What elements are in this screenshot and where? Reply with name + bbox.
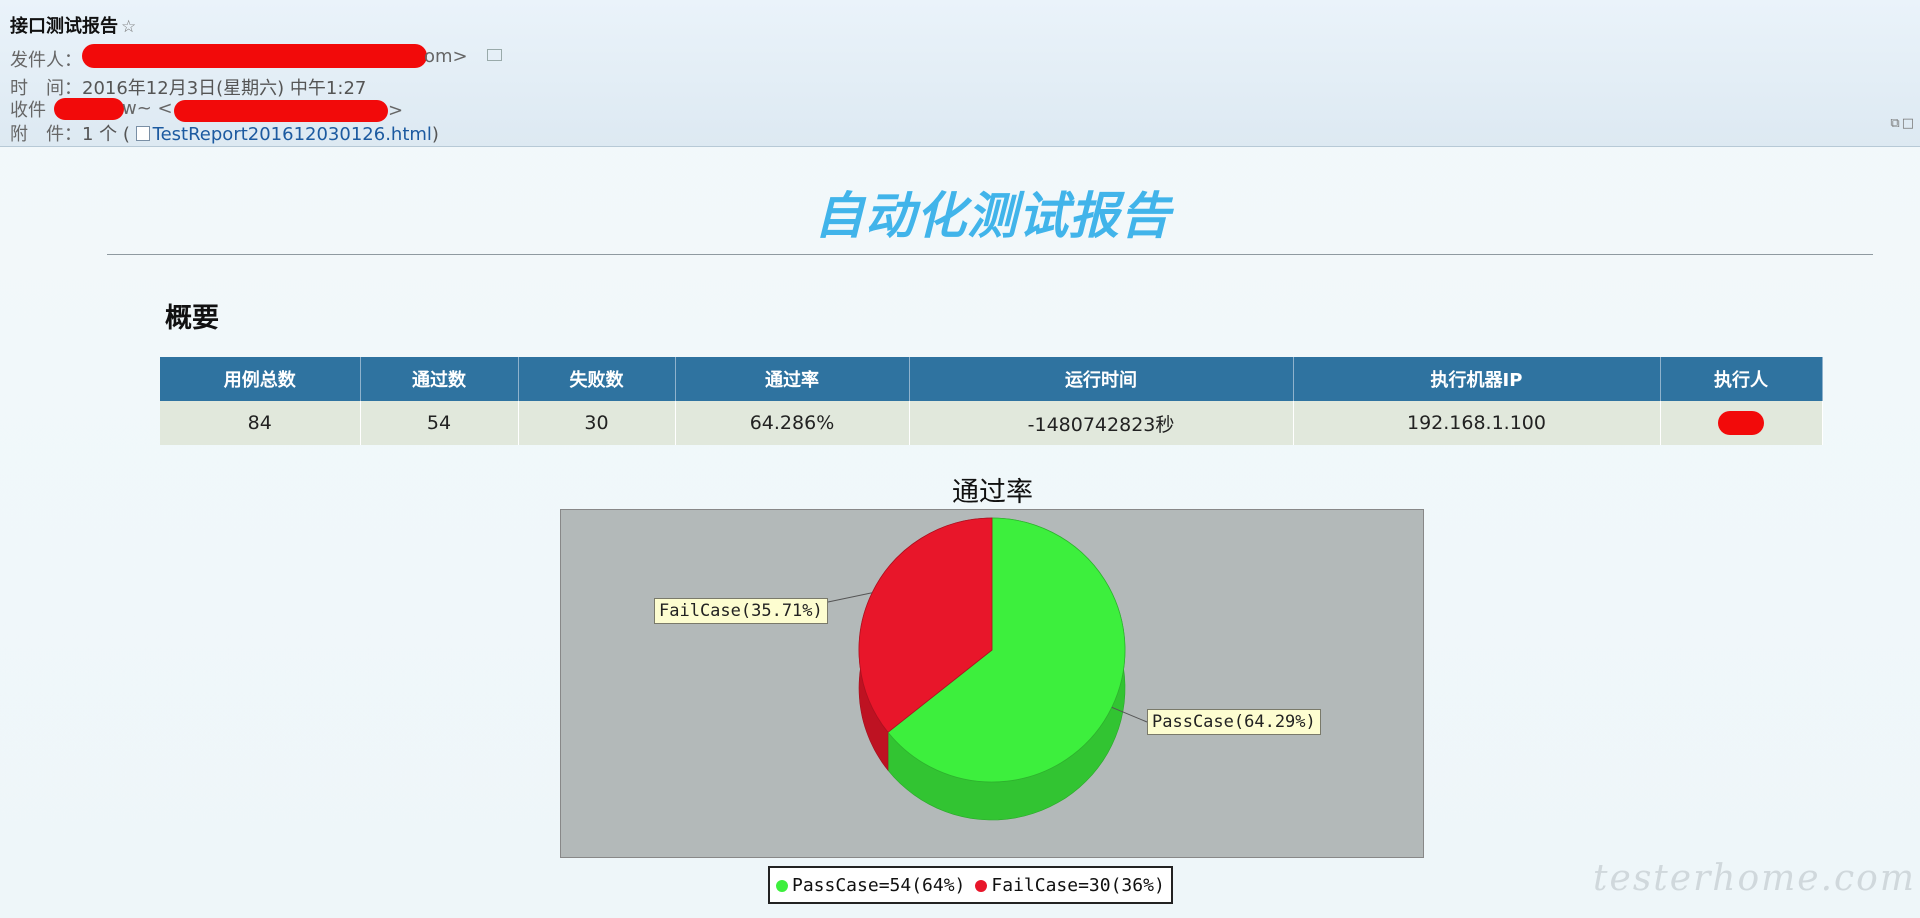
mail-subject: 接口测试报告 ☆ [10, 12, 136, 38]
window-buttons: ⧉□ [1890, 116, 1916, 131]
pass-slice-label: PassCase(64.29%) [1147, 709, 1321, 735]
cell-machine-ip: 192.168.1.100 [1293, 401, 1661, 445]
attachment-label: 附 件： [10, 124, 82, 145]
recipient-row: 收件 [10, 96, 46, 122]
chart-title: 通过率 [952, 477, 1033, 508]
time-row: 时 间：2016年12月3日(星期六) 中午1:27 [10, 74, 366, 100]
attachment-close: ) [431, 124, 439, 145]
legend-pass-dot [776, 879, 788, 892]
mail-header: 接口测试报告 ☆ 发件人： om> 时 间：2016年12月3日(星期六) 中午1… [0, 0, 1920, 147]
table-row: 84 54 30 64.286% -1480742823秒 192.168.1.… [160, 401, 1823, 445]
watermark: testerhome.com [1593, 858, 1916, 899]
col-header-run-time: 运行时间 [909, 357, 1294, 401]
legend-fail-text: FailCase=30(36%) [991, 874, 1165, 896]
recipient-email-redaction [174, 100, 388, 122]
sender-row: 发件人： [10, 46, 82, 72]
pie-chart: FailCase(35.71%) PassCase(64.29%) [560, 509, 1424, 858]
col-header-passed: 通过数 [360, 357, 519, 401]
attachment-link[interactable]: TestReport201612030126.html [153, 124, 432, 145]
contact-card-icon[interactable] [487, 49, 503, 61]
star-icon[interactable]: ☆ [121, 17, 136, 37]
recipient-name-redaction [54, 98, 124, 120]
col-header-failed: 失败数 [518, 357, 676, 401]
sender-redaction [82, 44, 427, 68]
executor-redaction [1718, 411, 1764, 435]
col-header-machine-ip: 执行机器IP [1293, 357, 1661, 401]
sender-label: 发件人： [10, 50, 82, 71]
col-header-executor: 执行人 [1660, 357, 1823, 401]
col-header-total: 用例总数 [160, 357, 361, 401]
legend-pass-text: PassCase=54(64%) [792, 874, 966, 896]
recipient-tail[interactable]: w~ < [122, 98, 173, 119]
sender-tail[interactable]: om> [424, 46, 503, 67]
title-divider [107, 254, 1873, 255]
recipient-tail-close: > [388, 100, 404, 121]
legend-item-pass: PassCase=54(64%) [776, 875, 965, 896]
attachment-count: 1 个 ( [82, 124, 130, 145]
cell-passed: 54 [360, 401, 519, 445]
legend-fail-dot [975, 879, 988, 892]
table-header-row: 用例总数 通过数 失败数 通过率 运行时间 执行机器IP 执行人 [160, 357, 1823, 401]
summary-heading: 概要 [165, 303, 219, 334]
maximize-icon[interactable]: □ [1902, 116, 1916, 131]
col-header-pass-rate: 通过率 [675, 357, 910, 401]
summary-table: 用例总数 通过数 失败数 通过率 运行时间 执行机器IP 执行人 84 54 3… [160, 357, 1823, 445]
fail-slice-label: FailCase(35.71%) [654, 598, 828, 624]
pie-chart-svg [784, 517, 1148, 821]
attachment-row: 附 件：1 个 ( TestReport201612030126.html) [10, 120, 439, 146]
cell-failed: 30 [518, 401, 676, 445]
cell-run-time: -1480742823秒 [909, 401, 1294, 445]
report-title: 自动化测试报告 [814, 187, 1171, 245]
popout-icon[interactable]: ⧉ [1890, 116, 1901, 131]
cell-total: 84 [160, 401, 361, 445]
sender-tail-text: om> [424, 46, 468, 67]
chart-legend: PassCase=54(64%) FailCase=30(36%) [768, 866, 1173, 904]
cell-pass-rate: 64.286% [675, 401, 910, 445]
cell-executor [1660, 401, 1823, 445]
html-file-icon [135, 126, 150, 141]
legend-item-fail: FailCase=30(36%) [975, 874, 1165, 896]
recipient-label: 收件 [10, 100, 46, 121]
subject-text: 接口测试报告 [10, 16, 118, 37]
time-value: 2016年12月3日(星期六) 中午1:27 [82, 78, 367, 99]
